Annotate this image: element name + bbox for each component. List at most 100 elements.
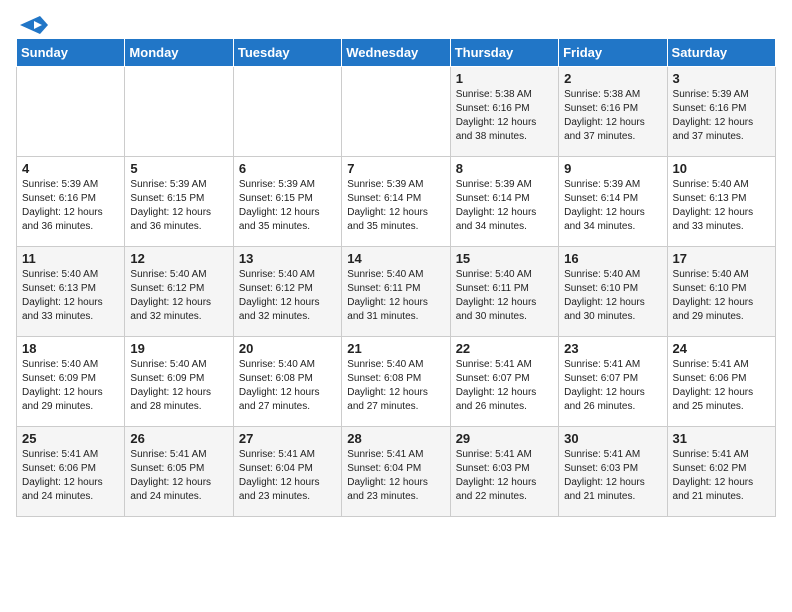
day-number: 20	[239, 341, 336, 356]
day-number: 25	[22, 431, 119, 446]
calendar-cell: 26 Sunrise: 5:41 AM Sunset: 6:05 PM Dayli…	[125, 427, 233, 517]
cell-info: Sunrise: 5:39 AM Sunset: 6:15 PM Dayligh…	[239, 178, 336, 234]
cell-info: Sunrise: 5:40 AM Sunset: 6:10 PM Dayligh…	[673, 268, 770, 324]
calendar-cell: 8 Sunrise: 5:39 AM Sunset: 6:14 PM Daylig…	[450, 157, 558, 247]
cell-info: Sunrise: 5:41 AM Sunset: 6:06 PM Dayligh…	[673, 358, 770, 414]
calendar-cell: 30 Sunrise: 5:41 AM Sunset: 6:03 PM Dayli…	[559, 427, 667, 517]
cell-info: Sunrise: 5:39 AM Sunset: 6:15 PM Dayligh…	[130, 178, 227, 234]
calendar-cell: 10Sunrise: 5:40 AM Sunset: 6:13 PM Dayli…	[667, 157, 775, 247]
cell-info: Sunrise: 5:39 AM Sunset: 6:16 PM Dayligh…	[673, 88, 770, 144]
calendar-cell: 27Sunrise: 5:41 AM Sunset: 6:04 PM Dayli…	[233, 427, 341, 517]
cell-info: Sunrise: 5:40 AM Sunset: 6:08 PM Dayligh…	[347, 358, 444, 414]
calendar-cell: 22 Sunrise: 5:41 AM Sunset: 6:07 PM Dayli…	[450, 337, 558, 427]
week-row-4: 18 Sunrise: 5:40 AM Sunset: 6:09 PM Dayli…	[17, 337, 776, 427]
calendar-cell: 14 Sunrise: 5:40 AM Sunset: 6:11 PM Dayli…	[342, 247, 450, 337]
cell-info: Sunrise: 5:41 AM Sunset: 6:03 PM Dayligh…	[564, 448, 661, 504]
day-number: 22	[456, 341, 553, 356]
day-number: 26	[130, 431, 227, 446]
weekday-header-sunday: Sunday	[17, 39, 125, 67]
day-number: 28	[347, 431, 444, 446]
calendar-cell: 6Sunrise: 5:39 AM Sunset: 6:15 PM Daylig…	[233, 157, 341, 247]
day-number: 14	[347, 251, 444, 266]
calendar-cell: 12 Sunrise: 5:40 AM Sunset: 6:12 PM Dayli…	[125, 247, 233, 337]
cell-info: Sunrise: 5:40 AM Sunset: 6:12 PM Dayligh…	[239, 268, 336, 324]
day-number: 27	[239, 431, 336, 446]
day-number: 10	[673, 161, 770, 176]
cell-info: Sunrise: 5:40 AM Sunset: 6:11 PM Dayligh…	[347, 268, 444, 324]
day-number: 3	[673, 71, 770, 86]
day-number: 7	[347, 161, 444, 176]
calendar-cell: 7 Sunrise: 5:39 AM Sunset: 6:14 PM Daylig…	[342, 157, 450, 247]
calendar-cell: 1Sunrise: 5:38 AM Sunset: 6:16 PM Daylig…	[450, 67, 558, 157]
day-number: 11	[22, 251, 119, 266]
calendar-cell: 2Sunrise: 5:38 AM Sunset: 6:16 PM Daylig…	[559, 67, 667, 157]
weekday-header-monday: Monday	[125, 39, 233, 67]
cell-info: Sunrise: 5:40 AM Sunset: 6:08 PM Dayligh…	[239, 358, 336, 414]
day-number: 5	[130, 161, 227, 176]
weekday-header-row: SundayMondayTuesdayWednesdayThursdayFrid…	[17, 39, 776, 67]
calendar-cell: 28 Sunrise: 5:41 AM Sunset: 6:04 PM Dayli…	[342, 427, 450, 517]
day-number: 8	[456, 161, 553, 176]
calendar-cell: 21 Sunrise: 5:40 AM Sunset: 6:08 PM Dayli…	[342, 337, 450, 427]
calendar-cell: 9Sunrise: 5:39 AM Sunset: 6:14 PM Daylig…	[559, 157, 667, 247]
cell-info: Sunrise: 5:39 AM Sunset: 6:14 PM Dayligh…	[347, 178, 444, 234]
calendar-cell: 24 Sunrise: 5:41 AM Sunset: 6:06 PM Dayli…	[667, 337, 775, 427]
calendar-cell: 19 Sunrise: 5:40 AM Sunset: 6:09 PM Dayli…	[125, 337, 233, 427]
week-row-5: 25Sunrise: 5:41 AM Sunset: 6:06 PM Dayli…	[17, 427, 776, 517]
day-number: 19	[130, 341, 227, 356]
day-number: 23	[564, 341, 661, 356]
week-row-1: 1 Sunrise: 5:38 AM Sunset: 6:16 PM Daylig…	[17, 67, 776, 157]
calendar-cell	[233, 67, 341, 157]
calendar-cell: 20 Sunrise: 5:40 AM Sunset: 6:08 PM Dayli…	[233, 337, 341, 427]
calendar-cell: 23 Sunrise: 5:41 AM Sunset: 6:07 PM Dayli…	[559, 337, 667, 427]
weekday-header-thursday: Thursday	[450, 39, 558, 67]
calendar-cell	[17, 67, 125, 157]
weekday-header-friday: Friday	[559, 39, 667, 67]
day-number: 18	[22, 341, 119, 356]
cell-info: Sunrise: 5:41 AM Sunset: 6:02 PM Dayligh…	[673, 448, 770, 504]
cell-info: Sunrise: 5:40 AM Sunset: 6:09 PM Dayligh…	[130, 358, 227, 414]
calendar-cell: 11Sunrise: 5:40 AM Sunset: 6:13 PM Dayli…	[17, 247, 125, 337]
day-number: 4	[22, 161, 119, 176]
weekday-header-wednesday: Wednesday	[342, 39, 450, 67]
day-number: 1	[456, 71, 553, 86]
day-number: 30	[564, 431, 661, 446]
week-row-3: 11Sunrise: 5:40 AM Sunset: 6:13 PM Dayli…	[17, 247, 776, 337]
day-number: 24	[673, 341, 770, 356]
cell-info: Sunrise: 5:41 AM Sunset: 6:04 PM Dayligh…	[347, 448, 444, 504]
calendar-cell: 16Sunrise: 5:40 AM Sunset: 6:10 PM Dayli…	[559, 247, 667, 337]
calendar-cell: 3 Sunrise: 5:39 AM Sunset: 6:16 PM Daylig…	[667, 67, 775, 157]
calendar-cell	[342, 67, 450, 157]
cell-info: Sunrise: 5:40 AM Sunset: 6:09 PM Dayligh…	[22, 358, 119, 414]
day-number: 15	[456, 251, 553, 266]
calendar-cell: 25Sunrise: 5:41 AM Sunset: 6:06 PM Dayli…	[17, 427, 125, 517]
day-number: 17	[673, 251, 770, 266]
cell-info: Sunrise: 5:40 AM Sunset: 6:11 PM Dayligh…	[456, 268, 553, 324]
day-number: 12	[130, 251, 227, 266]
cell-info: Sunrise: 5:38 AM Sunset: 6:16 PM Dayligh…	[564, 88, 661, 144]
logo	[16, 16, 48, 30]
calendar-table: SundayMondayTuesdayWednesdayThursdayFrid…	[16, 38, 776, 517]
calendar-cell: 17 Sunrise: 5:40 AM Sunset: 6:10 PM Dayli…	[667, 247, 775, 337]
cell-info: Sunrise: 5:39 AM Sunset: 6:14 PM Dayligh…	[564, 178, 661, 234]
cell-info: Sunrise: 5:39 AM Sunset: 6:16 PM Dayligh…	[22, 178, 119, 234]
day-number: 13	[239, 251, 336, 266]
day-number: 29	[456, 431, 553, 446]
cell-info: Sunrise: 5:39 AM Sunset: 6:14 PM Dayligh…	[456, 178, 553, 234]
calendar-cell: 13 Sunrise: 5:40 AM Sunset: 6:12 PM Dayli…	[233, 247, 341, 337]
day-number: 31	[673, 431, 770, 446]
calendar-cell: 5 Sunrise: 5:39 AM Sunset: 6:15 PM Daylig…	[125, 157, 233, 247]
weekday-header-tuesday: Tuesday	[233, 39, 341, 67]
cell-info: Sunrise: 5:41 AM Sunset: 6:03 PM Dayligh…	[456, 448, 553, 504]
cell-info: Sunrise: 5:41 AM Sunset: 6:07 PM Dayligh…	[456, 358, 553, 414]
logo-plane-icon	[20, 16, 48, 34]
cell-info: Sunrise: 5:41 AM Sunset: 6:05 PM Dayligh…	[130, 448, 227, 504]
weekday-header-saturday: Saturday	[667, 39, 775, 67]
calendar-cell: 15 Sunrise: 5:40 AM Sunset: 6:11 PM Dayli…	[450, 247, 558, 337]
week-row-2: 4 Sunrise: 5:39 AM Sunset: 6:16 PM Daylig…	[17, 157, 776, 247]
day-number: 21	[347, 341, 444, 356]
cell-info: Sunrise: 5:40 AM Sunset: 6:12 PM Dayligh…	[130, 268, 227, 324]
calendar-cell: 18 Sunrise: 5:40 AM Sunset: 6:09 PM Dayli…	[17, 337, 125, 427]
cell-info: Sunrise: 5:41 AM Sunset: 6:07 PM Dayligh…	[564, 358, 661, 414]
calendar-cell: 29 Sunrise: 5:41 AM Sunset: 6:03 PM Dayli…	[450, 427, 558, 517]
